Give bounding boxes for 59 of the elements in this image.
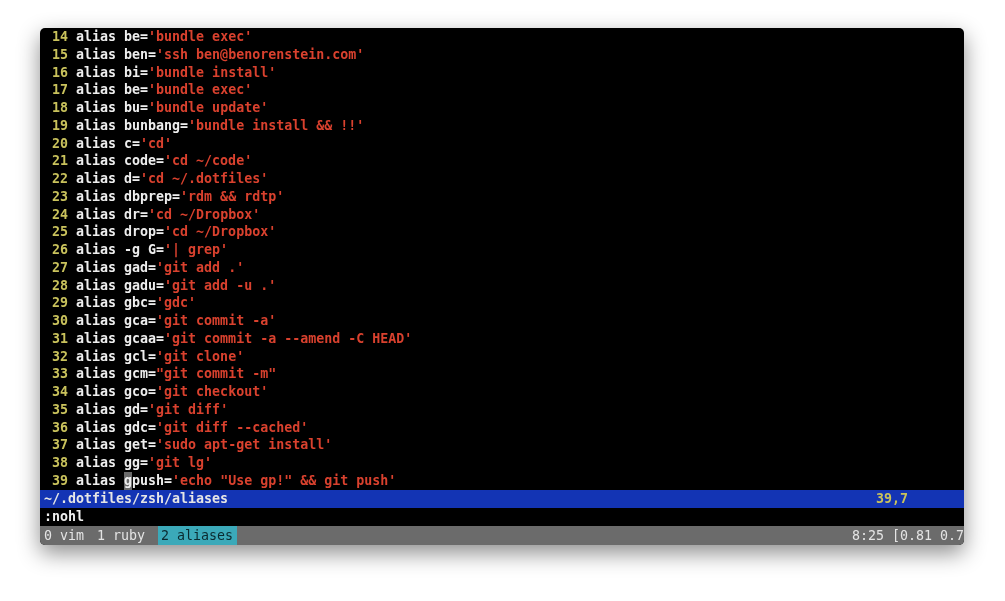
code-line: alias ben='ssh ben@benorenstein.com'	[76, 45, 365, 64]
code-line: alias gdc='git diff --cached'	[76, 418, 309, 437]
code-line: alias gco='git checkout'	[76, 383, 269, 401]
line-number: 33	[51, 365, 68, 383]
code-line: alias gg='git lg'	[76, 454, 213, 472]
line-number: 34	[51, 383, 68, 401]
line-number: 19	[51, 116, 68, 135]
line-number: 17	[51, 81, 68, 99]
code-line: alias gad='git add .'	[76, 258, 245, 277]
window-tab[interactable]: 0 vim	[44, 526, 89, 545]
line-number: 26	[51, 241, 68, 259]
code-line: alias drop='cd ~/Dropbox'	[76, 223, 277, 241]
line-number: 31	[51, 329, 68, 348]
line-number: 28	[51, 276, 68, 295]
code-line: alias gca='git commit -a'	[76, 312, 277, 330]
cursor-position: 39,7	[876, 490, 910, 508]
code-line: alias gpush='echo "Use gp!" && git push'	[76, 471, 397, 490]
line-number: 29	[51, 294, 68, 312]
line-number: 38	[51, 454, 68, 472]
line-number: 23	[51, 187, 68, 206]
code-line: alias gcaa='git commit -a --amend -C HEAD'	[76, 329, 413, 348]
code-line: alias c='cd'	[76, 134, 173, 153]
code-line: alias gcm="git commit -m"	[76, 365, 277, 383]
code-line: alias gadu='git add -u .'	[76, 276, 277, 295]
line-number: 35	[51, 400, 68, 419]
line-number: 37	[51, 436, 68, 454]
line-number: 15	[51, 45, 68, 64]
code-line: alias bunbang='bundle install && !!'	[76, 116, 365, 135]
code-line: alias gbc='gdc'	[76, 294, 197, 312]
window-tab[interactable]: 1 ruby	[97, 526, 150, 545]
code-line: alias -g G='| grep'	[76, 241, 229, 259]
line-number: 24	[51, 205, 68, 224]
command-line: :nohl	[43, 508, 86, 526]
line-number: 25	[51, 223, 68, 241]
code-line: alias gd='git diff'	[76, 400, 229, 419]
file-path: ~/.dotfiles/zsh/aliases	[44, 490, 230, 508]
code-line: alias bi='bundle install'	[76, 63, 277, 82]
code-line: alias d='cd ~/.dotfiles'	[76, 170, 269, 188]
window-tab[interactable]: 2 aliases	[158, 526, 238, 545]
code-line: alias be='bundle exec'	[76, 81, 253, 99]
code-line: alias dr='cd ~/Dropbox'	[76, 205, 261, 224]
line-number: 36	[51, 418, 68, 437]
line-number: 39	[51, 471, 68, 490]
code-line: alias gcl='git clone'	[76, 347, 245, 366]
line-number: 21	[51, 152, 68, 170]
code-line: alias get='sudo apt-get install'	[76, 436, 333, 454]
load-average: 8:25 [0.81 0.7	[851, 527, 964, 545]
line-number: 22	[51, 170, 68, 188]
code-line: alias bu='bundle update'	[76, 99, 269, 117]
line-number: 27	[51, 258, 68, 277]
line-number: 18	[51, 99, 68, 117]
line-number: 20	[51, 134, 68, 153]
line-number: 30	[51, 312, 68, 330]
code-line: alias be='bundle exec'	[76, 28, 253, 46]
line-number: 16	[51, 63, 68, 82]
line-number: 32	[51, 347, 68, 366]
code-line: alias code='cd ~/code'	[76, 152, 253, 170]
line-number: 14	[51, 28, 68, 46]
code-line: alias dbprep='rdm && rdtp'	[76, 187, 285, 206]
